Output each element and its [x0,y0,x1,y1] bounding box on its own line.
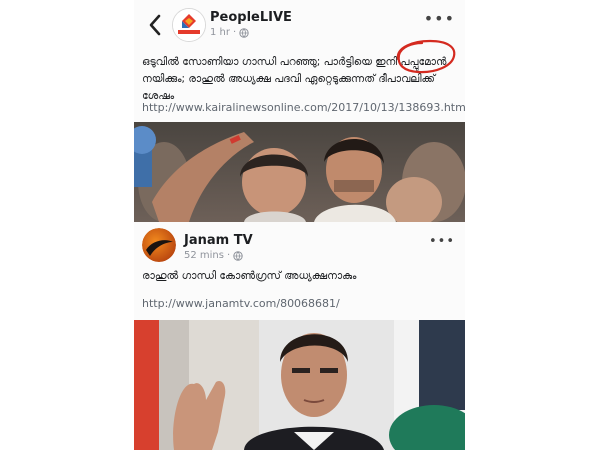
peoplelive-avatar[interactable] [172,8,206,42]
photo-sonia-rahul [134,122,465,222]
post-text-line: നയിക്കും; രാഹുൽ അധ്യക്ഷ പദവി ഏറ്റെടുക്കു… [142,73,436,85]
post-meta: 1 hr · [210,27,249,38]
feed: PeopleLIVE 1 hr · ••• ഒടുവിൽ സോണിയാ ഗാന്… [134,0,465,450]
janamtv-logo [142,228,176,262]
post-link[interactable]: http://www.kairalinewsonline.com/2017/10… [142,101,465,114]
post-text: ഒടുവിൽ സോണിയാ ഗാന്ധി പറഞ്ഞു; പാർട്ടിയെ ഇ… [142,54,457,105]
photo-rahul [134,320,465,450]
more-options-button[interactable]: ••• [428,234,455,249]
more-options-button[interactable]: ••• [424,11,455,27]
post-text: രാഹുൽ ഗാന്ധി കോൺഗ്രസ് അധ്യക്ഷനാകും [142,270,357,282]
globe-icon [233,250,243,261]
page-name[interactable]: Janam TV [184,233,253,248]
post-meta: 52 mins · [184,250,243,261]
post-photo[interactable] [134,122,465,222]
more-horizontal-icon: ••• [423,9,455,28]
left-margin [0,0,134,450]
post-link[interactable]: http://www.janamtv.com/80068681/ [142,297,340,310]
post-time[interactable]: 52 mins [184,250,224,261]
post-time[interactable]: 1 hr [210,27,230,38]
janamtv-avatar[interactable] [142,228,176,262]
chevron-left-icon [149,14,161,36]
separator-dot: · [233,27,237,38]
post-photo[interactable] [134,320,465,450]
right-margin [465,0,600,450]
separator-dot: · [226,250,231,261]
globe-icon [239,27,249,38]
post-text-line: ഒടുവിൽ സോണിയാ ഗാന്ധി പറഞ്ഞു; പാർട്ടിയെ ഇ… [142,56,447,68]
back-button[interactable] [146,10,166,38]
more-horizontal-icon: ••• [428,234,455,249]
page-name[interactable]: PeopleLIVE [210,10,292,25]
peoplelive-logo [173,9,205,41]
